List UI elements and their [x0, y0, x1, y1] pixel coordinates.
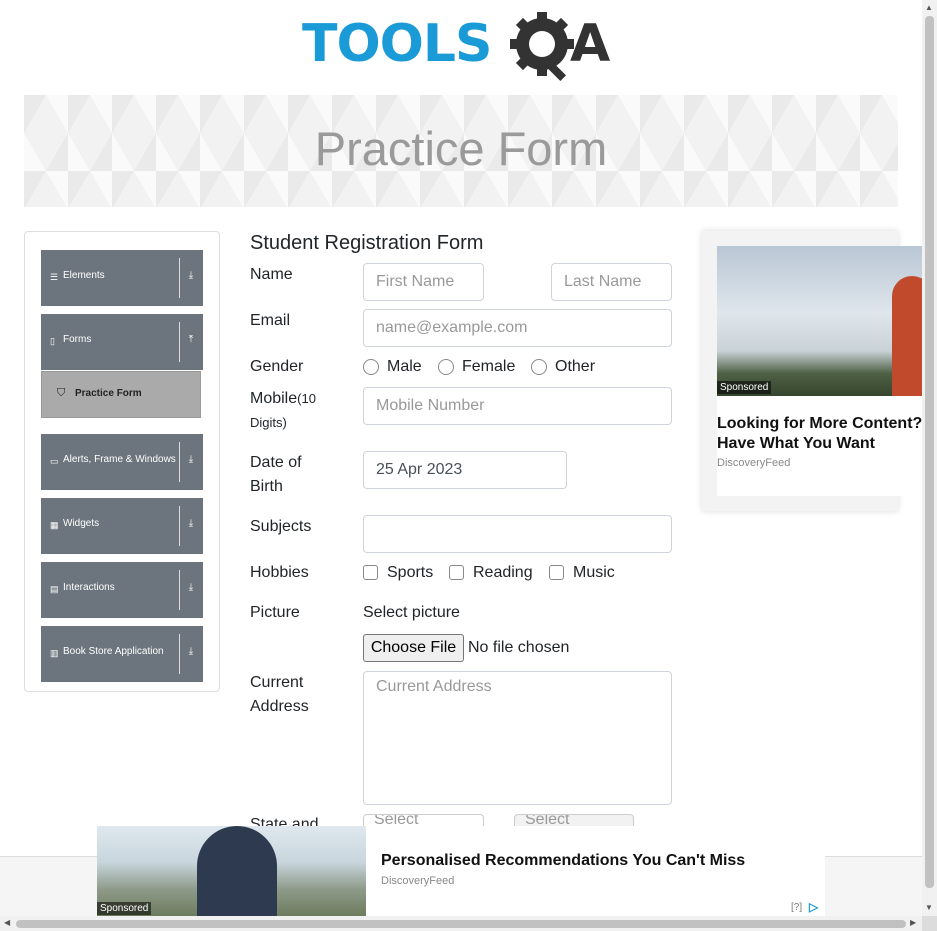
logo-gear-icon: [510, 12, 574, 82]
gender-female-radio[interactable]: [438, 359, 454, 375]
picture-label: Picture: [250, 604, 300, 621]
divider: [179, 570, 180, 610]
sidebar-group-widgets[interactable]: ▦ Widgets ⤓: [41, 498, 203, 554]
scroll-up-icon[interactable]: ▲: [925, 3, 933, 12]
current-address-textarea[interactable]: Current Address: [363, 671, 672, 805]
scrollbar-corner: [922, 916, 937, 931]
sidebar: ☰ Elements ⤓ ▯ Forms ⤒ ⛉ Practice Form ▭…: [24, 231, 220, 692]
address-label-line1: Current: [250, 674, 304, 691]
sidebar-group-label: Alerts, Frame & Windows: [63, 454, 176, 465]
ad-headline[interactable]: Looking for More Content? Have What You …: [717, 414, 922, 454]
sidebar-group-label: Interactions: [63, 582, 115, 593]
email-label: Email: [250, 312, 291, 329]
grid-icon: ▦: [50, 520, 59, 530]
sidebar-group-forms[interactable]: ▯ Forms ⤒: [41, 314, 203, 370]
email-input[interactable]: name@example.com: [363, 309, 672, 347]
ad-source[interactable]: DiscoveryFeed: [381, 875, 454, 887]
address-label-line2: Address: [250, 698, 309, 715]
gender-male-label[interactable]: Male: [387, 357, 422, 377]
last-name-input[interactable]: Last Name: [551, 263, 672, 301]
vertical-scroll-thumb[interactable]: [925, 16, 934, 888]
subjects-label: Subjects: [250, 518, 312, 535]
name-label: Name: [250, 266, 293, 283]
sidebar-group-alerts[interactable]: ▭ Alerts, Frame & Windows ⤓: [41, 434, 203, 490]
form-title: Student Registration Form: [250, 232, 484, 254]
sponsored-badge: Sponsored: [97, 902, 152, 915]
scroll-right-icon[interactable]: ▶: [910, 918, 916, 927]
ad-card[interactable]: Sponsored Looking for More Content? Have…: [717, 246, 922, 496]
ad-source[interactable]: DiscoveryFeed: [717, 457, 790, 469]
hobbies-label: Hobbies: [250, 564, 309, 581]
menu-icon: ☰: [50, 272, 59, 282]
choose-file-button[interactable]: Choose File: [363, 634, 464, 662]
sidebar-item-label: Practice Form: [75, 388, 142, 399]
horizontal-scroll-thumb[interactable]: [16, 920, 906, 928]
scroll-left-icon[interactable]: ◀: [4, 918, 10, 927]
sponsored-badge: Sponsored: [717, 381, 772, 394]
dob-input[interactable]: 25 Apr 2023: [363, 451, 567, 489]
first-name-input[interactable]: First Name: [363, 263, 484, 301]
hobby-music-label[interactable]: Music: [573, 563, 615, 583]
expand-arrow-icon[interactable]: ⤓: [185, 582, 197, 593]
gender-male-radio[interactable]: [363, 359, 379, 375]
subjects-input[interactable]: [363, 515, 672, 553]
doc-icon: ▯: [50, 336, 55, 346]
no-file-text: No file chosen: [468, 639, 570, 656]
mobile-label: Mobile(10 Digits): [250, 387, 350, 435]
page-banner: Practice Form: [24, 95, 898, 207]
sidebar-item-practice-form[interactable]: ⛉ Practice Form: [41, 371, 201, 418]
ad-image-person: [197, 826, 277, 916]
logo-text-tools: TOOLS: [302, 14, 492, 74]
divider: [179, 506, 180, 546]
sidebar-group-elements[interactable]: ☰ Elements ⤓: [41, 250, 203, 306]
box-icon: ▤: [50, 584, 59, 594]
expand-arrow-icon[interactable]: ⤓: [185, 454, 197, 465]
select-picture-label: Select picture: [363, 604, 460, 621]
gender-other-label[interactable]: Other: [555, 357, 595, 377]
page-title: Practice Form: [314, 122, 608, 175]
hobby-sports-label[interactable]: Sports: [387, 563, 433, 583]
sidebar-advertisement[interactable]: Sponsored Looking for More Content? Have…: [702, 231, 922, 511]
gender-label: Gender: [250, 358, 304, 375]
logo-text-a: A: [570, 14, 611, 74]
html5-icon: ⛉: [57, 387, 66, 399]
gender-female-label[interactable]: Female: [462, 357, 515, 377]
adchoices-icon[interactable]: ▷: [809, 900, 818, 914]
ad-headline[interactable]: Personalised Recommendations You Can't M…: [381, 852, 745, 870]
state-city-label: State and: [250, 816, 319, 826]
expand-arrow-icon[interactable]: ⤓: [185, 270, 197, 281]
chart-icon: ▥: [50, 648, 59, 658]
vertical-scrollbar[interactable]: ▲ ▼: [922, 0, 937, 916]
hobby-reading-label[interactable]: Reading: [473, 563, 533, 583]
hobby-reading-checkbox[interactable]: [449, 565, 464, 580]
bottom-advertisement[interactable]: Sponsored Personalised Recommendations Y…: [97, 826, 825, 916]
divider: [179, 442, 180, 482]
horizontal-scrollbar[interactable]: ◀ ▶: [0, 916, 922, 931]
sidebar-group-label: Book Store Application: [63, 646, 164, 657]
sidebar-group-label: Widgets: [63, 518, 100, 529]
hobby-sports-checkbox[interactable]: [363, 565, 378, 580]
divider: [179, 322, 180, 362]
ad-image-person: [892, 276, 922, 396]
ad-help-link[interactable]: [?]: [791, 902, 802, 913]
expand-arrow-icon[interactable]: ⤓: [185, 518, 197, 529]
collapse-arrow-icon[interactable]: ⤒: [185, 334, 197, 345]
sidebar-group-book-store[interactable]: ▥ Book Store Application ⤓: [41, 626, 203, 682]
scroll-down-icon[interactable]: ▼: [925, 903, 933, 912]
sidebar-group-label: Elements: [63, 270, 105, 281]
dob-label-line1: Date of: [250, 454, 302, 471]
gender-other-radio[interactable]: [531, 359, 547, 375]
sidebar-group-label: Forms: [63, 334, 92, 345]
mobile-input[interactable]: Mobile Number: [363, 387, 672, 425]
divider: [179, 634, 180, 674]
hobby-music-checkbox[interactable]: [549, 565, 564, 580]
expand-arrow-icon[interactable]: ⤓: [185, 646, 197, 657]
divider: [179, 258, 180, 298]
toolsqa-logo[interactable]: TOOLS A: [302, 12, 626, 84]
dob-label-line2: Birth: [250, 478, 283, 495]
sidebar-group-interactions[interactable]: ▤ Interactions ⤓: [41, 562, 203, 618]
mobile-label-text: Mobile: [250, 390, 298, 407]
window-icon: ▭: [50, 456, 59, 466]
